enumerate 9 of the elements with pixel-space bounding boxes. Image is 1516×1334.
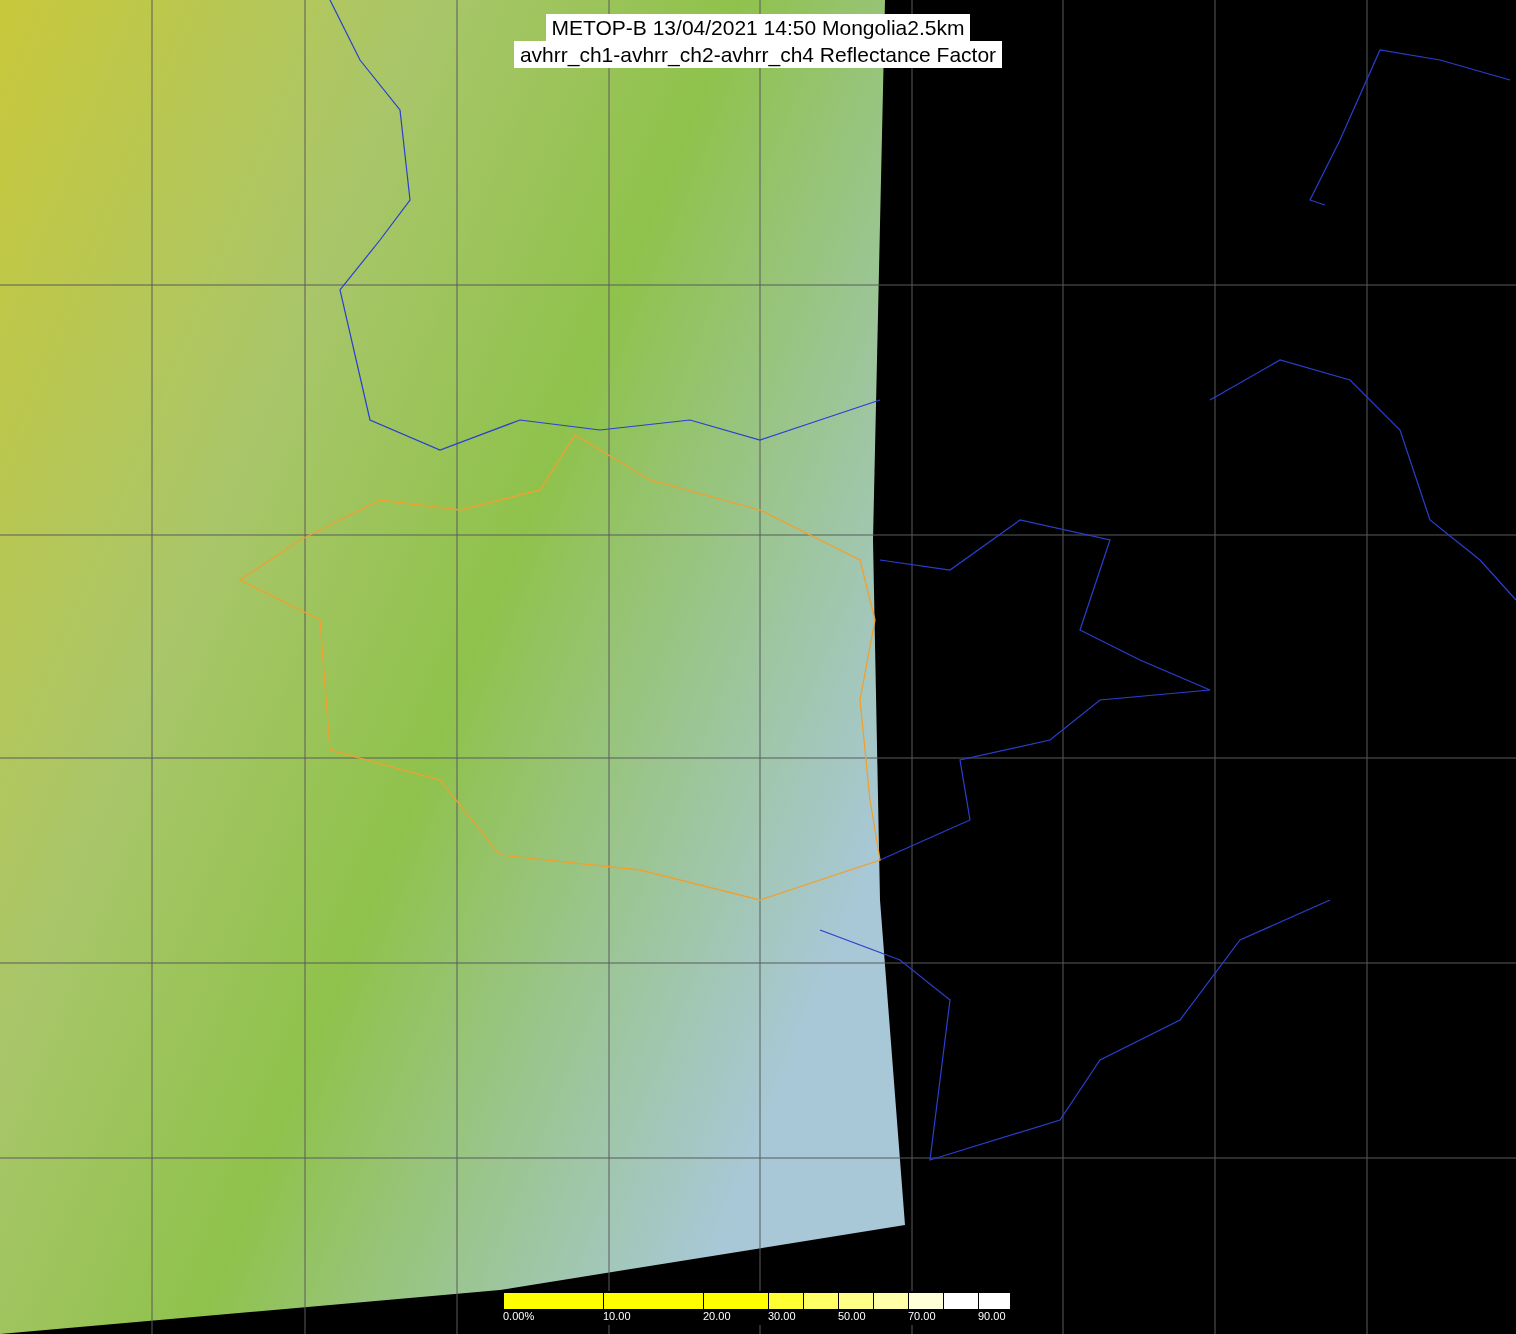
- map-title: avhrr_ch1-avhrr_ch2-avhrr_ch4 Reflectance Factor: [513, 41, 1003, 68]
- scale-label: 0.00%: [503, 1309, 536, 1323]
- map-title: METOP-B 13/04/2021 14:50 Mongolia2.5km: [545, 14, 971, 41]
- scale-label: 20.00: [703, 1309, 732, 1323]
- scale-label: 70.00: [908, 1309, 937, 1323]
- scale-label: 90.00: [978, 1309, 1007, 1323]
- scale-label: 10.00: [603, 1309, 632, 1323]
- scale-label: 30.00: [768, 1309, 797, 1323]
- scale-label: 50.00: [838, 1309, 867, 1323]
